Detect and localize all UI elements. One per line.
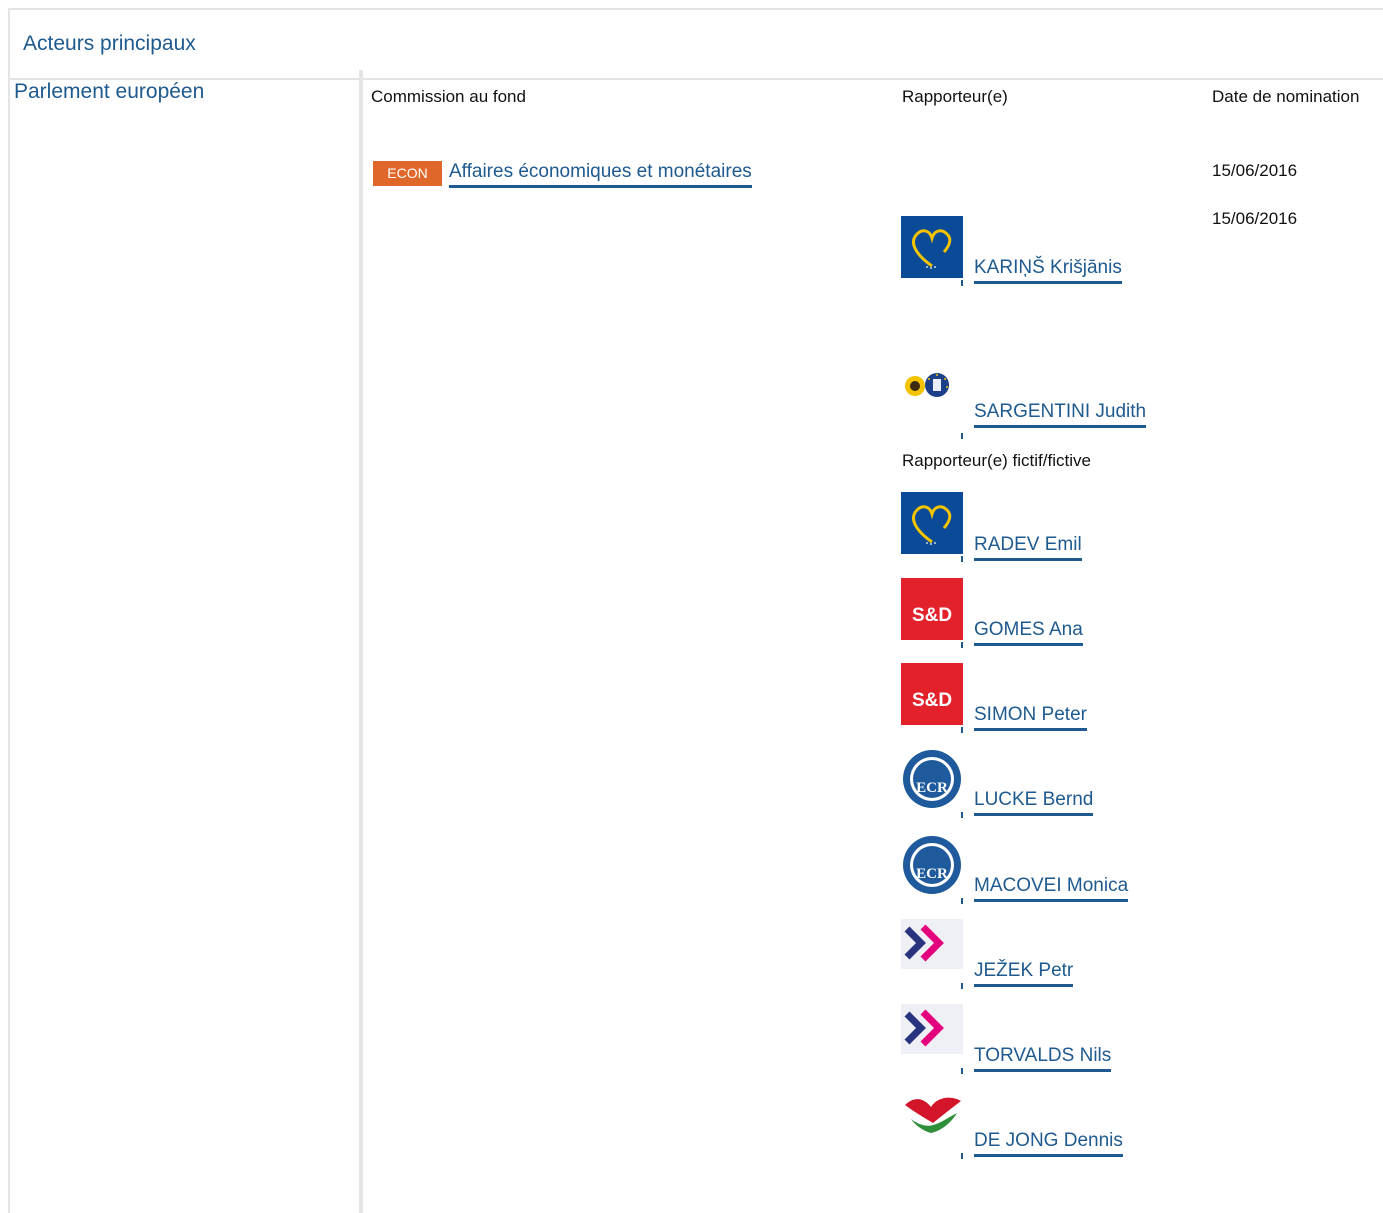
shadow-rapporteur-link[interactable]: SIMON Peter	[974, 703, 1087, 731]
shadow-rapporteur-link[interactable]: DE JONG Dennis	[974, 1129, 1123, 1157]
shadow-rapporteur-link[interactable]: RADEV Emil	[974, 533, 1082, 561]
link-marker	[961, 812, 963, 818]
date-value: 15/06/2016	[1212, 161, 1298, 180]
column-divider	[359, 70, 363, 1213]
epp-logo-icon	[901, 216, 963, 278]
panel-header: Acteurs principaux	[10, 10, 1383, 80]
shadow-rapporteur-item: RADEV Emil	[901, 492, 1301, 562]
svg-text:ECR: ECR	[916, 866, 948, 882]
alde-logo-icon	[901, 919, 963, 969]
shadow-rapporteur-link[interactable]: MACOVEI Monica	[974, 874, 1129, 902]
alde-logo-icon	[901, 1004, 963, 1054]
link-marker	[961, 642, 963, 648]
link-marker	[961, 1068, 963, 1074]
rapporteur-item: KARIŅŠ Krišjānis	[901, 216, 1301, 286]
greens-efa-logo-icon	[905, 373, 949, 397]
link-marker	[961, 556, 963, 562]
sd-logo-icon: S&D	[901, 663, 963, 725]
ecr-logo-icon: ECR	[903, 836, 961, 894]
page: Acteurs principaux Parlement européen Co…	[0, 0, 1383, 1213]
shadow-rapporteur-item: ECR MACOVEI Monica	[901, 834, 1301, 904]
link-marker	[961, 1153, 963, 1159]
shadow-rapporteur-item: S&D GOMES Ana	[901, 578, 1301, 648]
shadow-rapporteur-item: DE JONG Dennis	[901, 1089, 1301, 1159]
gue-ngl-logo-icon	[905, 1097, 961, 1133]
svg-text:S&D: S&D	[912, 605, 952, 626]
shadow-rapporteur-link[interactable]: LUCKE Bernd	[974, 788, 1094, 816]
rapporteur-header: Rapporteur(e)	[902, 87, 1008, 106]
shadow-rapporteur-item: S&D SIMON Peter	[901, 663, 1301, 733]
committee-header: Commission au fond	[371, 87, 526, 106]
committee-link[interactable]: Affaires économiques et monétaires	[449, 160, 752, 188]
epp-logo-icon	[901, 492, 963, 554]
shadow-rapporteur-item: ECR LUCKE Bernd	[901, 748, 1301, 818]
svg-text:ECR: ECR	[916, 780, 948, 796]
link-marker	[961, 983, 963, 989]
rapporteur-item: SARGENTINI Judith	[901, 369, 1301, 439]
rapporteur-link[interactable]: SARGENTINI Judith	[974, 400, 1147, 428]
ecr-logo-icon: ECR	[903, 750, 961, 808]
rapporteur-link[interactable]: KARIŅŠ Krišjānis	[974, 256, 1122, 284]
shadow-rapporteur-item: TORVALDS Nils	[901, 1004, 1301, 1074]
link-marker	[961, 280, 963, 286]
committee-badge: ECON	[373, 161, 442, 186]
svg-text:S&D: S&D	[912, 690, 952, 711]
link-marker	[961, 898, 963, 904]
shadow-rapporteur-label: Rapporteur(e) fictif/fictive	[902, 451, 1091, 470]
date-header: Date de nomination	[1212, 87, 1360, 106]
shadow-rapporteur-link[interactable]: JEŽEK Petr	[974, 959, 1074, 987]
panel-title: Acteurs principaux	[23, 32, 196, 55]
shadow-rapporteur-item: JEŽEK Petr	[901, 919, 1301, 989]
shadow-rapporteur-link[interactable]: TORVALDS Nils	[974, 1044, 1112, 1072]
shadow-rapporteur-link[interactable]: GOMES Ana	[974, 618, 1083, 646]
institution-label: Parlement européen	[14, 80, 205, 103]
link-marker	[961, 433, 963, 439]
sd-logo-icon: S&D	[901, 578, 963, 640]
link-marker	[961, 727, 963, 733]
